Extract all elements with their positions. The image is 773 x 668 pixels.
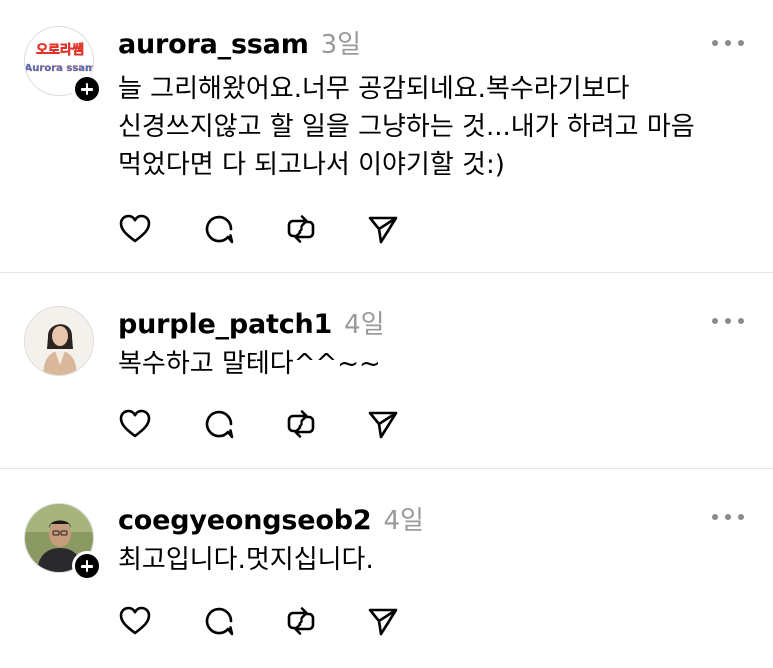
repost-icon[interactable]	[284, 604, 318, 638]
action-bar	[118, 604, 418, 640]
timestamp: 3일	[320, 30, 362, 60]
post-header: coegyeongseob2 4일	[118, 500, 424, 536]
comment-icon[interactable]	[202, 604, 236, 638]
avatar-logo-text-line2: Aurora ssam	[25, 63, 94, 74]
username[interactable]: aurora_ssam	[118, 29, 309, 60]
more-icon[interactable]	[712, 512, 744, 522]
repost-icon[interactable]	[284, 212, 318, 246]
action-bar	[118, 212, 418, 248]
avatar-container[interactable]	[24, 503, 102, 581]
timestamp: 4일	[344, 310, 385, 340]
post-header: aurora_ssam 3일	[118, 24, 362, 60]
post-text: 복수하고 말테다^^~~	[118, 349, 381, 379]
send-icon[interactable]	[366, 407, 400, 441]
avatar-container[interactable]: 오로라쌤 Aurora ssam	[24, 26, 102, 104]
person-photo-avatar	[25, 307, 93, 375]
avatar-container[interactable]	[24, 306, 94, 376]
send-icon[interactable]	[366, 604, 400, 638]
post-text: 늘 그리해왔어요.너무 공감되네요.복수라기보다 신경쓰지않고 할 일을 그냥하…	[118, 74, 695, 180]
avatar-logo-text-line1: 오로라쌤	[36, 42, 84, 58]
thread-post: coegyeongseob2 4일 최고입니다.멋지십니다.	[0, 469, 773, 668]
avatar[interactable]	[24, 306, 94, 376]
heart-icon[interactable]	[118, 407, 152, 441]
heart-icon[interactable]	[118, 212, 152, 246]
timestamp: 4일	[383, 506, 424, 536]
heart-icon[interactable]	[118, 604, 152, 638]
follow-plus-icon[interactable]	[72, 74, 102, 104]
thread-post: 오로라쌤 Aurora ssam aurora_ssam 3일 늘 그리해왔어요…	[0, 0, 773, 272]
more-icon[interactable]	[712, 316, 744, 326]
post-text: 최고입니다.멋지십니다.	[118, 545, 374, 575]
thread-post: purple_patch1 4일 복수하고 말테다^^~~	[0, 273, 773, 468]
comment-icon[interactable]	[202, 212, 236, 246]
username[interactable]: purple_patch1	[118, 309, 332, 340]
username[interactable]: coegyeongseob2	[118, 505, 372, 536]
follow-plus-icon[interactable]	[72, 551, 102, 581]
action-bar	[118, 407, 418, 443]
more-icon[interactable]	[712, 38, 744, 48]
comment-icon[interactable]	[202, 407, 236, 441]
post-header: purple_patch1 4일	[118, 304, 385, 340]
repost-icon[interactable]	[284, 407, 318, 441]
send-icon[interactable]	[366, 212, 400, 246]
